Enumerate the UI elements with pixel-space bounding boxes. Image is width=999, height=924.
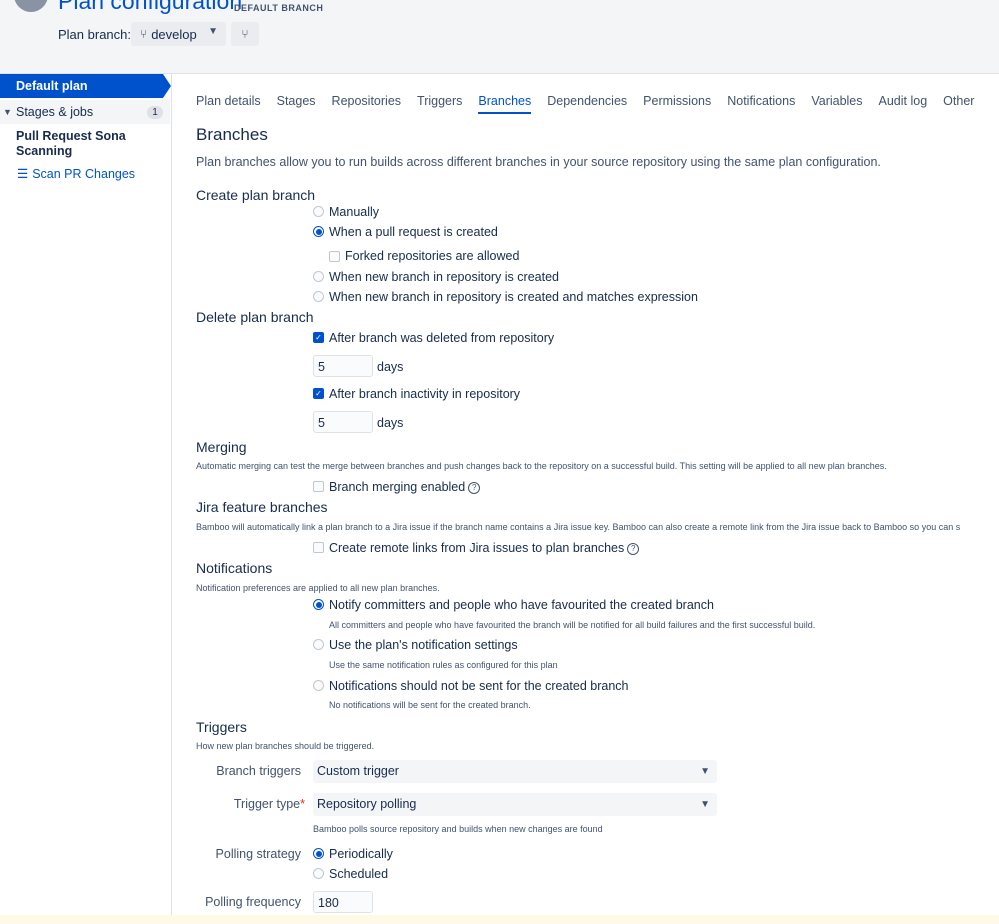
required-marker: * <box>300 797 305 811</box>
list-icon: ☰ <box>17 167 29 181</box>
notifications-description: Notification preferences are applied to … <box>196 583 440 593</box>
notify-committers-label: Notify committers and people who have fa… <box>329 598 714 612</box>
plan-avatar <box>14 0 48 12</box>
branch-actions-button[interactable]: ⑂ <box>231 22 259 46</box>
tab-variables[interactable]: Variables <box>811 94 862 114</box>
branch-icon: ⑂ <box>140 27 148 41</box>
help-icon[interactable]: ? <box>627 543 640 555</box>
section-title: Branches <box>196 125 268 144</box>
sidebar-item-stages-jobs[interactable]: ▼ Stages & jobs 1 <box>0 100 170 124</box>
notify-committers-radio[interactable] <box>313 599 324 610</box>
job-name: Scan PR Changes <box>32 167 136 181</box>
triggers-heading: Triggers <box>196 719 247 735</box>
create-new-branch-label: When new branch in repository is created <box>329 270 559 284</box>
create-new-branch-radio[interactable] <box>313 271 324 282</box>
plan-branch-select[interactable]: ⑂ develop ▼ <box>131 22 226 46</box>
create-pull-request-radio[interactable] <box>313 226 324 237</box>
section-intro: Plan branches allow you to run builds ac… <box>196 155 881 169</box>
inactivity-days-input[interactable]: 5 <box>313 411 373 433</box>
plan-branch-value: develop <box>151 26 197 42</box>
scheduled-label: Scheduled <box>329 867 389 881</box>
after-deleted-checkbox[interactable]: ✓ <box>313 332 324 343</box>
merging-description: Automatic merging can test the merge bet… <box>196 461 887 471</box>
after-inactivity-checkbox[interactable]: ✓ <box>313 388 324 399</box>
periodically-label: Periodically <box>329 847 393 861</box>
active-indicator-arrow <box>163 74 171 98</box>
stages-jobs-label: Stages & jobs <box>16 105 94 119</box>
sidebar-stage-name[interactable]: Pull Request Sona Scanning <box>16 129 156 159</box>
after-deleted-label: After branch was deleted from repository <box>329 331 555 345</box>
tab-dependencies[interactable]: Dependencies <box>547 94 627 114</box>
chevron-down-icon: ▼ <box>700 799 710 810</box>
create-plan-branch-heading: Create plan branch <box>196 187 316 203</box>
create-pull-request-label: When a pull request is created <box>329 225 498 239</box>
tab-audit-log[interactable]: Audit log <box>879 94 928 114</box>
sidebar: Default plan configuration ▼ Stages & jo… <box>0 74 172 924</box>
no-notifications-radio[interactable] <box>313 680 324 691</box>
polling-strategy-label: Polling strategy <box>215 847 301 861</box>
sidebar-item-job[interactable]: ☰ Scan PR Changes <box>17 166 135 181</box>
create-manually-label: Manually <box>329 205 380 219</box>
no-notifications-label: Notifications should not be sent for the… <box>329 679 629 693</box>
inactivity-days-unit: days <box>377 416 404 430</box>
use-plan-notifications-radio[interactable] <box>313 639 324 650</box>
chevron-down-icon[interactable]: ▼ <box>3 100 12 124</box>
bottom-notice-bar <box>0 915 999 924</box>
create-new-branch-expr-label: When new branch in repository is created… <box>329 290 698 304</box>
page-header: Plan configuration DEFAULT BRANCH Plan b… <box>0 0 999 74</box>
sidebar-item-default-plan-configuration[interactable]: Default plan configuration <box>0 74 163 117</box>
trigger-type-select[interactable]: Repository polling ▼ <box>313 793 717 816</box>
notify-committers-description: All committers and people who have favou… <box>329 620 816 630</box>
trigger-type-value: Repository polling <box>317 797 417 811</box>
remote-links-checkbox[interactable] <box>313 542 324 553</box>
stages-count-badge: 1 <box>147 106 163 119</box>
deleted-days-input[interactable]: 5 <box>313 355 373 377</box>
chevron-down-icon: ▼ <box>700 766 710 777</box>
trigger-type-label: Trigger type* <box>233 797 305 811</box>
branch-triggers-select[interactable]: Custom trigger ▼ <box>313 760 717 783</box>
jira-feature-branches-heading: Jira feature branches <box>196 499 328 515</box>
forked-repos-label: Forked repositories are allowed <box>345 249 520 263</box>
create-new-branch-expr-radio[interactable] <box>313 291 324 302</box>
branch-add-icon: ⑂ <box>241 27 249 41</box>
branch-triggers-value: Custom trigger <box>317 764 399 778</box>
tab-other[interactable]: Other <box>943 94 974 114</box>
plan-branch-label: Plan branch: <box>58 27 131 42</box>
trigger-type-description: Bamboo polls source repository and build… <box>313 824 603 834</box>
no-notifications-description: No notifications will be sent for the cr… <box>329 700 531 710</box>
create-manually-radio[interactable] <box>313 206 324 217</box>
periodically-radio[interactable] <box>313 848 324 859</box>
polling-frequency-input[interactable]: 180 <box>313 891 373 913</box>
help-icon[interactable]: ? <box>468 482 481 494</box>
tab-plan-details[interactable]: Plan details <box>196 94 261 114</box>
scheduled-radio[interactable] <box>313 868 324 879</box>
after-inactivity-label: After branch inactivity in repository <box>329 387 521 401</box>
tab-notifications[interactable]: Notifications <box>727 94 795 114</box>
default-branch-tag: DEFAULT BRANCH <box>234 3 324 13</box>
merging-heading: Merging <box>196 439 247 455</box>
use-plan-notifications-label: Use the plan's notification settings <box>329 638 518 652</box>
config-tabs: Plan details Stages Repositories Trigger… <box>196 94 990 114</box>
notifications-heading: Notifications <box>196 560 273 576</box>
tab-branches[interactable]: Branches <box>478 94 531 114</box>
triggers-description: How new plan branches should be triggere… <box>196 741 375 751</box>
tab-stages[interactable]: Stages <box>277 94 316 114</box>
use-plan-notifications-description: Use the same notification rules as confi… <box>329 660 558 670</box>
page-title: Plan configuration <box>58 0 243 14</box>
tab-permissions[interactable]: Permissions <box>643 94 711 114</box>
tab-repositories[interactable]: Repositories <box>332 94 401 114</box>
branch-triggers-label: Branch triggers <box>216 764 301 778</box>
delete-plan-branch-heading: Delete plan branch <box>196 309 314 325</box>
deleted-days-unit: days <box>377 360 404 374</box>
polling-frequency-label: Polling frequency <box>205 895 301 909</box>
chevron-down-icon: ▼ <box>208 26 218 37</box>
remote-links-label: Create remote links from Jira issues to … <box>329 541 640 555</box>
tab-triggers[interactable]: Triggers <box>417 94 462 114</box>
branch-merging-label: Branch merging enabled? <box>329 480 481 494</box>
branch-merging-checkbox[interactable] <box>313 481 324 492</box>
jira-description: Bamboo will automatically link a plan br… <box>196 522 961 532</box>
forked-repos-checkbox[interactable] <box>329 251 340 262</box>
